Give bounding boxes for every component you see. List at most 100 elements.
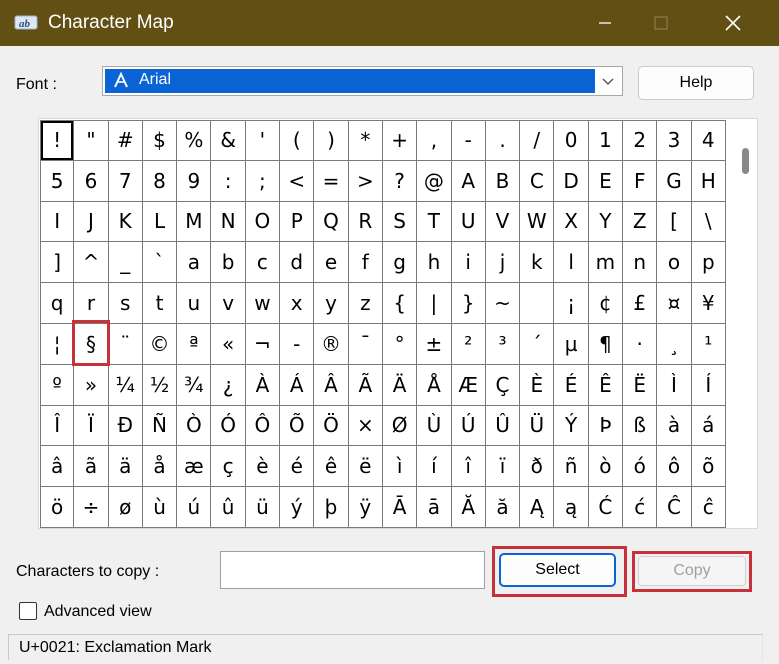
- char-cell[interactable]: Â: [314, 364, 349, 406]
- char-cell[interactable]: ®: [314, 323, 349, 365]
- char-cell[interactable]: ²: [451, 323, 486, 365]
- char-cell[interactable]: m: [588, 242, 624, 284]
- char-cell[interactable]: À: [245, 364, 281, 406]
- char-cell[interactable]: 4: [691, 120, 726, 161]
- char-cell[interactable]: E: [588, 160, 624, 202]
- char-cell[interactable]: ý: [280, 487, 315, 528]
- char-cell[interactable]: Í: [691, 364, 726, 406]
- char-cell[interactable]: 5: [40, 160, 75, 202]
- char-cell[interactable]: r: [74, 283, 109, 324]
- char-cell[interactable]: D: [554, 160, 589, 202]
- char-cell[interactable]: º: [40, 364, 75, 406]
- maximize-button[interactable]: [638, 0, 684, 46]
- char-cell[interactable]: *: [348, 120, 383, 161]
- char-cell[interactable]: ã: [74, 446, 109, 488]
- char-cell[interactable]: þ: [314, 487, 349, 528]
- char-cell[interactable]: (: [280, 120, 315, 161]
- char-cell[interactable]: W: [520, 201, 555, 243]
- char-cell[interactable]: ¼: [108, 364, 143, 406]
- char-cell[interactable]: ;: [245, 160, 281, 202]
- char-cell[interactable]: 6: [74, 160, 109, 202]
- char-cell[interactable]: ½: [142, 364, 178, 406]
- char-cell[interactable]: V: [485, 201, 521, 243]
- char-cell[interactable]: ¡: [554, 283, 589, 324]
- char-cell[interactable]: 9: [177, 160, 212, 202]
- char-cell[interactable]: Ì: [657, 364, 692, 406]
- char-cell[interactable]: -: [451, 120, 486, 161]
- advanced-view-label[interactable]: Advanced view: [44, 603, 152, 621]
- char-cell[interactable]: ,: [417, 120, 452, 161]
- char-cell[interactable]: û: [211, 487, 246, 528]
- char-cell[interactable]: í: [417, 446, 452, 488]
- char-cell[interactable]: {: [382, 283, 418, 324]
- char-cell[interactable]: ¥: [691, 283, 726, 324]
- char-cell[interactable]: è: [245, 446, 281, 488]
- char-cell[interactable]: ë: [348, 446, 383, 488]
- characters-to-copy-input[interactable]: [220, 551, 485, 589]
- char-cell[interactable]: ¦: [40, 323, 75, 365]
- font-dropdown[interactable]: Arial: [102, 66, 623, 96]
- char-cell[interactable]: 2: [623, 120, 658, 161]
- char-cell[interactable]: Ò: [177, 405, 212, 447]
- char-cell[interactable]: ą: [554, 487, 589, 528]
- char-cell[interactable]: Á: [280, 364, 315, 406]
- char-cell[interactable]: ©: [142, 323, 178, 365]
- char-cell[interactable]: »: [74, 364, 109, 406]
- char-cell[interactable]: n: [623, 242, 658, 284]
- char-cell[interactable]: ¿: [211, 364, 246, 406]
- char-cell[interactable]: o: [657, 242, 692, 284]
- char-cell[interactable]: >: [348, 160, 383, 202]
- char-cell[interactable]: C: [520, 160, 555, 202]
- char-cell[interactable]: ]: [40, 242, 75, 284]
- char-cell[interactable]: å: [142, 446, 178, 488]
- char-cell[interactable]: Q: [314, 201, 349, 243]
- char-cell[interactable]: Ë: [623, 364, 658, 406]
- char-cell[interactable]: .: [485, 120, 521, 161]
- char-cell[interactable]: Ç: [485, 364, 521, 406]
- char-cell[interactable]: ¸: [657, 323, 692, 365]
- char-cell[interactable]: é: [280, 446, 315, 488]
- char-cell[interactable]: ć: [623, 487, 658, 528]
- char-cell[interactable]: ù: [142, 487, 178, 528]
- char-cell[interactable]: ø: [108, 487, 143, 528]
- char-cell[interactable]: Ö: [314, 405, 349, 447]
- char-cell[interactable]: ª: [177, 323, 212, 365]
- char-cell[interactable]: ¯: [348, 323, 383, 365]
- char-cell[interactable]: v: [211, 283, 246, 324]
- char-cell[interactable]: ¶: [588, 323, 624, 365]
- char-cell[interactable]: Ý: [554, 405, 589, 447]
- char-cell[interactable]: Ð: [108, 405, 143, 447]
- char-cell[interactable]: ×: [348, 405, 383, 447]
- char-cell[interactable]: 3: [657, 120, 692, 161]
- char-cell[interactable]: O: [245, 201, 281, 243]
- char-cell[interactable]: £: [623, 283, 658, 324]
- char-cell[interactable]: !: [40, 120, 75, 161]
- char-cell[interactable]: õ: [691, 446, 726, 488]
- char-cell[interactable]: ¾: [177, 364, 212, 406]
- char-cell[interactable]: ü: [245, 487, 281, 528]
- char-cell[interactable]: Ä: [382, 364, 418, 406]
- char-cell[interactable]: G: [657, 160, 692, 202]
- char-cell[interactable]: Ø: [382, 405, 418, 447]
- char-cell[interactable]: z: [348, 283, 383, 324]
- char-cell[interactable]: ¹: [691, 323, 726, 365]
- char-cell[interactable]: ±: [417, 323, 452, 365]
- char-cell[interactable]: Ĉ: [657, 487, 692, 528]
- char-cell[interactable]: I: [40, 201, 75, 243]
- char-cell[interactable]: :: [211, 160, 246, 202]
- char-cell[interactable]: ă: [485, 487, 521, 528]
- close-button[interactable]: [710, 0, 756, 46]
- char-cell[interactable]: 8: [142, 160, 178, 202]
- char-cell[interactable]: x: [280, 283, 315, 324]
- char-cell[interactable]: Ô: [245, 405, 281, 447]
- char-cell[interactable]: $: [142, 120, 178, 161]
- char-cell[interactable]: Ú: [451, 405, 486, 447]
- char-cell[interactable]: Y: [588, 201, 624, 243]
- char-cell[interactable]: È: [520, 364, 555, 406]
- char-cell[interactable]: A: [451, 160, 486, 202]
- char-cell[interactable]: ö: [40, 487, 75, 528]
- char-cell[interactable]: -: [280, 323, 315, 365]
- char-cell[interactable]: ': [245, 120, 281, 161]
- minimize-button[interactable]: [582, 0, 628, 46]
- char-cell[interactable]: 0: [554, 120, 589, 161]
